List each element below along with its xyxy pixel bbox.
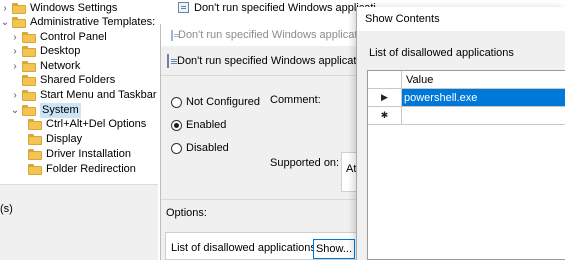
show-contents-dialog: Show Contents List of disallowed applica… (356, 7, 565, 260)
policy-setting-icon (178, 2, 189, 13)
chevron-down-icon[interactable]: ⌄ (10, 103, 20, 118)
chevron-right-icon[interactable]: › (10, 59, 20, 74)
show-button[interactable]: Show... (313, 239, 355, 259)
section-divider (161, 199, 360, 200)
tree-item-folder-redirection[interactable]: Folder Redirection (26, 162, 136, 177)
policy-setting-icon (171, 29, 179, 41)
settings-list: Don't run specified Windows applicati (170, 0, 376, 26)
folder-icon (28, 134, 42, 145)
tree-item-administrative-templates[interactable]: ⌄ Administrative Templates: Pol (0, 15, 158, 30)
tree-item-label: Control Panel (40, 31, 107, 43)
radio-circle-icon[interactable] (171, 96, 182, 108)
folder-icon (22, 61, 36, 72)
cell-text: powershell.exe (404, 91, 478, 104)
tree-item-system[interactable]: ⌄ System (10, 103, 81, 118)
current-row-arrow-icon[interactable]: ▶ (368, 89, 402, 107)
options-label: Options: (166, 207, 207, 219)
radio-disabled[interactable]: Disabled (171, 142, 229, 154)
tree-item-label: Administrative Templates: Pol (30, 16, 158, 28)
supported-on-label: Supported on: (270, 157, 340, 169)
radio-not-configured[interactable]: Not Configured (171, 96, 260, 108)
grid-cell-value[interactable]: powershell.exe (402, 89, 565, 107)
dialog-title: Show Contents (365, 13, 440, 25)
tree-item-display[interactable]: Display (26, 132, 82, 147)
new-row-asterisk-icon[interactable]: ✱ (368, 107, 402, 125)
grid-new-row[interactable]: ✱ (368, 107, 565, 125)
tree-item-label: Driver Installation (46, 148, 131, 160)
policy-setting-window: Don't run specified Windows applicatio D… (160, 24, 360, 260)
grid-row[interactable]: ▶ powershell.exe (368, 89, 565, 107)
chevron-right-icon[interactable]: › (10, 44, 20, 59)
tree-item-start-menu-and-taskbar[interactable]: › Start Menu and Taskbar (10, 88, 157, 103)
policy-window-titlebar[interactable]: Don't run specified Windows applicatio (161, 24, 360, 46)
row-header-corner (368, 71, 402, 89)
tree-item-label: Display (46, 133, 83, 145)
tree-item-desktop[interactable]: › Desktop (10, 44, 80, 59)
tree-item-windows-settings[interactable]: › Windows Settings (0, 1, 117, 16)
comment-label: Comment: (270, 94, 321, 106)
tree-item-network[interactable]: › Network (10, 59, 80, 74)
tree-item-control-panel[interactable]: › Control Panel (10, 30, 107, 45)
tree-item-driver-installation[interactable]: Driver Installation (26, 147, 131, 162)
policy-name: Don't run specified Windows applicatio (177, 54, 360, 67)
policy-headline: Don't run specified Windows applicatio (161, 46, 360, 76)
grid-cell-value[interactable] (402, 107, 565, 125)
policy-setting-icon (167, 53, 177, 68)
settings-list-row[interactable]: Don't run specified Windows applicati (178, 1, 376, 14)
radio-label: Disabled (186, 142, 229, 154)
tree-item-label: Shared Folders (40, 74, 116, 86)
radio-circle-icon[interactable] (171, 142, 182, 154)
tree-item-label: Network (40, 60, 81, 72)
grid-header-row: Value (368, 71, 565, 89)
chevron-right-icon[interactable]: › (10, 88, 20, 103)
folder-icon (28, 149, 42, 160)
radio-enabled[interactable]: Enabled (171, 119, 226, 131)
tree-item-label: Folder Redirection (46, 163, 136, 175)
folder-icon (22, 46, 36, 57)
folder-icon (22, 90, 36, 101)
chevron-placeholder (10, 73, 20, 88)
tree-item-ctrl-alt-del-options[interactable]: Ctrl+Alt+Del Options (26, 117, 146, 132)
dialog-titlebar[interactable]: Show Contents (357, 7, 565, 31)
column-header-value[interactable]: Value (402, 71, 565, 89)
tree-item-shared-folders[interactable]: Shared Folders (10, 73, 115, 88)
tree-item-label: Start Menu and Taskbar (40, 89, 157, 101)
window-title: Don't run specified Windows applicatio (178, 29, 360, 41)
chevron-down-icon[interactable]: ⌄ (0, 15, 10, 30)
tree-status-bar: (s) (0, 184, 158, 260)
folder-icon (12, 17, 26, 28)
radio-label: Not Configured (186, 96, 260, 108)
setting-label: Don't run specified Windows applicati (194, 1, 376, 14)
tree-item-label: Windows Settings (30, 2, 118, 14)
comment-field[interactable] (269, 114, 360, 156)
tree-item-label: System (40, 103, 81, 118)
status-text: (s) (0, 203, 13, 215)
folder-icon (22, 32, 36, 43)
folder-icon (28, 119, 42, 130)
tree-item-label: Desktop (40, 45, 81, 57)
supported-on-value: At (346, 163, 357, 175)
folder-icon (22, 75, 36, 86)
policy-tree-pane: › Windows Settings ⌄ Administrative Temp… (0, 0, 158, 260)
disallowed-list-label: List of disallowed applications (171, 242, 316, 254)
disallowed-list-caption: List of disallowed applications (369, 47, 514, 59)
values-grid[interactable]: Value ▶ powershell.exe ✱ (367, 70, 565, 260)
folder-icon (22, 105, 36, 116)
radio-circle-icon[interactable] (171, 119, 182, 131)
radio-label: Enabled (186, 119, 227, 131)
folder-icon (12, 3, 26, 14)
chevron-right-icon[interactable]: › (0, 1, 10, 16)
tree-item-label: Ctrl+Alt+Del Options (46, 118, 147, 130)
chevron-right-icon[interactable]: › (10, 30, 20, 45)
folder-icon (28, 164, 42, 175)
